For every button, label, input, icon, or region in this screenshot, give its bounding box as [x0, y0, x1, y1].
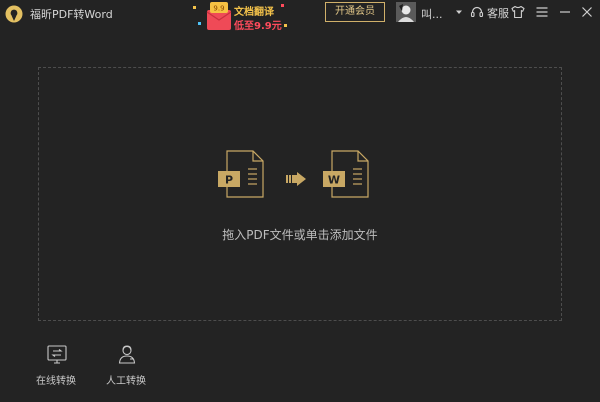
promo-price: 低至9.9元 — [234, 21, 282, 32]
manual-convert-label: 人工转换 — [106, 376, 146, 387]
gift-envelope-icon: 9.9 — [206, 2, 232, 30]
drop-zone-hint: 拖入PDF文件或单击添加文件 — [222, 228, 378, 242]
customer-service-label: 客服 — [487, 7, 509, 20]
arrow-right-icon — [286, 172, 306, 186]
pdf-letter: P — [225, 174, 233, 187]
menu-icon[interactable] — [534, 4, 550, 20]
app-logo-icon — [5, 5, 23, 23]
confetti-decoration — [284, 24, 287, 27]
online-convert-icon — [47, 345, 67, 364]
confetti-decoration — [193, 6, 196, 9]
pdf-to-word-graphic: P W — [218, 150, 369, 198]
pdf-document-icon: P — [218, 150, 264, 198]
word-document-icon: W — [323, 150, 369, 198]
file-drop-zone[interactable]: P W 拖入PDF文件或单击添加文件 — [38, 67, 562, 321]
skin-tshirt-icon[interactable] — [510, 4, 526, 20]
confetti-decoration — [281, 4, 284, 7]
manual-convert-icon — [118, 345, 136, 364]
close-icon[interactable] — [579, 4, 595, 20]
chevron-down-icon[interactable] — [453, 5, 465, 19]
promo-title: 文档翻译 — [234, 7, 274, 18]
minimize-icon[interactable] — [557, 4, 573, 20]
open-vip-button[interactable]: 开通会员 — [325, 2, 385, 22]
manual-convert-button[interactable]: 人工转换 — [96, 344, 156, 388]
confetti-decoration — [198, 22, 201, 25]
user-avatar-image — [396, 2, 416, 22]
title-bar: 福昕PDF转Word 9.9 文档翻译 低至9.9元 开通会员 叫... 客服 — [0, 0, 600, 32]
headset-icon — [470, 6, 484, 18]
online-convert-button[interactable]: 在线转换 — [26, 344, 86, 388]
translation-promo-banner[interactable]: 9.9 文档翻译 低至9.9元 — [185, 0, 287, 32]
username[interactable]: 叫... — [421, 6, 443, 22]
avatar[interactable] — [396, 2, 416, 22]
word-letter: W — [328, 174, 340, 187]
app-title: 福昕PDF转Word — [30, 8, 113, 21]
online-convert-label: 在线转换 — [36, 376, 76, 387]
promo-badge: 9.9 — [213, 5, 224, 13]
